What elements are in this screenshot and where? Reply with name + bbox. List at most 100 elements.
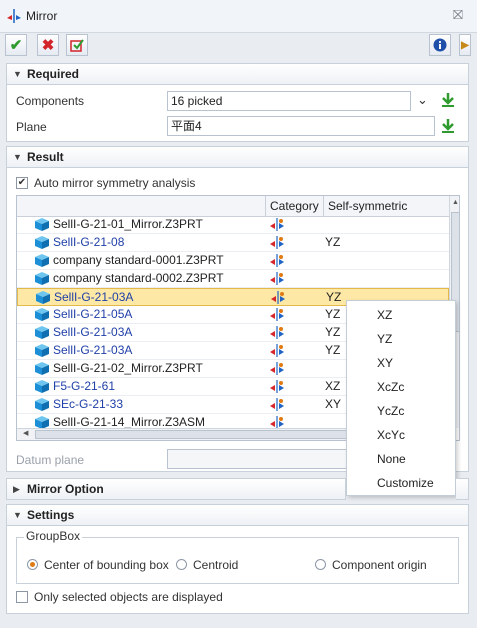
- radio-origin-label: Component origin: [332, 558, 427, 572]
- apply-icon: [70, 39, 84, 52]
- auto-mirror-label: Auto mirror symmetry analysis: [34, 176, 196, 190]
- mirror-option-header-end: [456, 478, 469, 500]
- part-cube-icon: [35, 308, 49, 321]
- menu-item-xz[interactable]: XZ: [347, 303, 455, 327]
- groupbox-label: GroupBox: [24, 529, 83, 543]
- menu-item-xcyc[interactable]: XcYc: [347, 423, 455, 447]
- info-icon: [433, 38, 447, 52]
- part-cube-icon: [35, 218, 49, 231]
- collapse-arrow-icon: ▼: [13, 152, 22, 162]
- menu-item-none[interactable]: None: [347, 447, 455, 471]
- settings-section-header[interactable]: ▼ Settings: [6, 504, 469, 526]
- only-selected-checkbox[interactable]: [16, 591, 28, 603]
- cancel-button[interactable]: ✖: [37, 34, 59, 56]
- row-name: SellI-G-21-03A: [54, 290, 134, 304]
- category-mirror-icon: [269, 398, 285, 411]
- help-icon: ▶: [461, 39, 469, 51]
- row-self-symmetric[interactable]: XZ: [325, 378, 340, 395]
- radio-centroid[interactable]: [176, 559, 187, 570]
- x-icon: ✖: [41, 37, 55, 54]
- part-cube-icon: [35, 326, 49, 339]
- menu-item-customize[interactable]: Customize: [347, 471, 455, 495]
- category-mirror-icon: [269, 272, 285, 285]
- category-mirror-icon: [269, 236, 285, 249]
- category-mirror-icon: [269, 326, 285, 339]
- row-self-symmetric[interactable]: YZ: [325, 234, 340, 251]
- title-bar: [0, 0, 477, 33]
- collapse-arrow-icon: ▼: [13, 69, 22, 79]
- column-header-category[interactable]: Category: [265, 196, 323, 216]
- table-row[interactable]: company standard-0002.Z3PRT: [17, 270, 449, 288]
- row-name: SellI-G-21-03A: [53, 343, 133, 357]
- info-button[interactable]: [429, 34, 451, 56]
- plane-label: Plane: [16, 120, 47, 134]
- components-label: Components: [16, 94, 85, 108]
- part-cube-icon: [35, 236, 49, 249]
- chevron-double-down-icon[interactable]: ⌄: [417, 92, 428, 108]
- category-mirror-icon: [269, 308, 285, 321]
- expand-arrow-icon: ▶: [13, 484, 20, 494]
- result-section-header[interactable]: ▼ Result: [6, 146, 469, 168]
- row-name: SellI-G-21-08: [53, 235, 125, 249]
- collapse-arrow-icon: ▼: [13, 510, 22, 520]
- auto-mirror-checkbox[interactable]: ✔: [16, 177, 28, 189]
- row-self-symmetric[interactable]: YZ: [325, 324, 340, 341]
- table-row[interactable]: SellI-G-21-01_Mirror.Z3PRT: [17, 216, 449, 234]
- category-mirror-icon: [269, 362, 285, 375]
- help-button[interactable]: ▶: [459, 34, 471, 56]
- row-name: company standard-0002.Z3PRT: [53, 271, 224, 285]
- part-cube-icon: [35, 398, 49, 411]
- row-name: SellI-G-21-03A: [53, 325, 133, 339]
- window-title: Mirror: [26, 9, 58, 23]
- category-mirror-icon: [269, 344, 285, 357]
- category-mirror-icon: [270, 291, 286, 304]
- row-name: SellI-G-21-05A: [53, 307, 133, 321]
- menu-item-xczc[interactable]: XcZc: [347, 375, 455, 399]
- required-section-header[interactable]: ▼ Required: [6, 63, 469, 85]
- category-mirror-icon: [269, 218, 285, 231]
- scroll-left-icon[interactable]: ◀: [23, 429, 28, 437]
- menu-item-yczc[interactable]: YcZc: [347, 399, 455, 423]
- close-icon[interactable]: ⛝: [451, 8, 465, 22]
- radio-center-bounding-box[interactable]: [27, 559, 38, 570]
- row-name: SEc-G-21-33: [53, 397, 124, 411]
- part-cube-icon: [35, 254, 49, 267]
- radio-center-label: Center of bounding box: [44, 558, 169, 572]
- row-self-symmetric[interactable]: YZ: [325, 306, 340, 323]
- check-icon: ✔: [9, 37, 23, 54]
- row-self-symmetric[interactable]: YZ: [325, 342, 340, 359]
- part-cube-icon: [35, 380, 49, 393]
- datum-plane-label: Datum plane: [16, 453, 85, 467]
- mirror-option-section-header[interactable]: ▶ Mirror Option: [6, 478, 346, 500]
- category-mirror-icon: [269, 254, 285, 267]
- mirror-icon: [7, 9, 21, 23]
- row-name: company standard-0001.Z3PRT: [53, 253, 224, 267]
- components-field[interactable]: 16 picked: [167, 91, 411, 111]
- table-row[interactable]: company standard-0001.Z3PRT: [17, 252, 449, 270]
- row-self-symmetric[interactable]: YZ: [326, 289, 341, 306]
- row-self-symmetric[interactable]: XY: [325, 396, 341, 413]
- pick-arrow-icon[interactable]: [441, 92, 455, 108]
- ok-button[interactable]: ✔: [5, 34, 27, 56]
- datum-plane-field[interactable]: [167, 449, 347, 469]
- column-header-self-symmetric[interactable]: Self-symmetric: [323, 196, 449, 216]
- only-selected-label: Only selected objects are displayed: [34, 590, 223, 604]
- row-name: SellI-G-21-02_Mirror.Z3PRT: [53, 361, 203, 375]
- part-cube-icon: [36, 291, 50, 304]
- part-cube-icon: [35, 362, 49, 375]
- scroll-up-icon[interactable]: ▲: [452, 199, 459, 206]
- table-header: Category Self-symmetric: [17, 196, 449, 217]
- radio-component-origin[interactable]: [315, 559, 326, 570]
- menu-item-yz[interactable]: YZ: [347, 327, 455, 351]
- category-mirror-icon: [269, 380, 285, 393]
- plane-field[interactable]: 平面4: [167, 116, 435, 136]
- radio-centroid-label: Centroid: [193, 558, 239, 572]
- column-header-name[interactable]: [17, 196, 265, 216]
- table-row[interactable]: SellI-G-21-08 YZ: [17, 234, 449, 252]
- pick-arrow-icon[interactable]: [441, 118, 455, 134]
- row-name: F5-G-21-61: [53, 379, 116, 393]
- apply-button[interactable]: [66, 34, 88, 56]
- context-menu: XZ YZ XY XcZc YcZc XcYc None Customize: [346, 300, 456, 496]
- menu-item-xy[interactable]: XY: [347, 351, 455, 375]
- part-cube-icon: [35, 344, 49, 357]
